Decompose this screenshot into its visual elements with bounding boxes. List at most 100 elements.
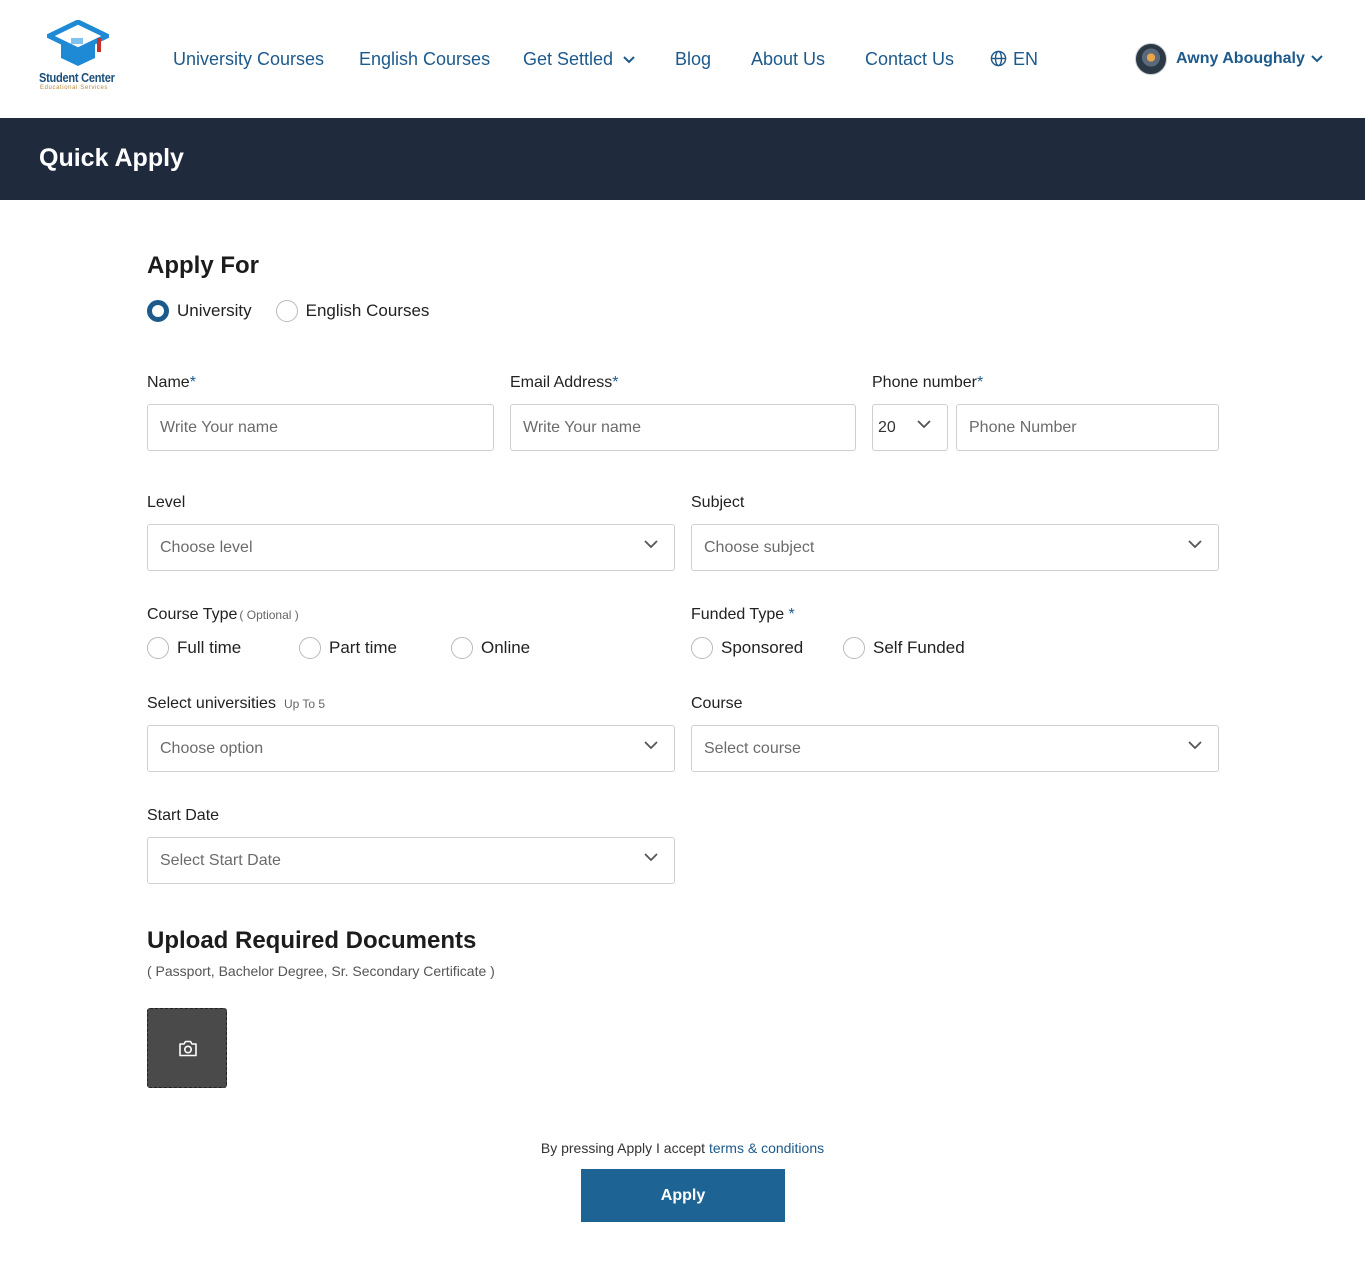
radio-full-time-label: Full time <box>177 638 242 657</box>
radio-self-funded[interactable]: Self Funded <box>843 637 965 659</box>
language-label: EN <box>1013 49 1039 69</box>
apply-for-heading: Apply For <box>147 252 259 279</box>
funded-type-group: Sponsored Self Funded <box>691 636 965 660</box>
name-field[interactable] <box>147 404 494 451</box>
name-input[interactable] <box>148 405 493 450</box>
chevron-down-icon <box>917 420 931 429</box>
radio-sponsored-label: Sponsored <box>721 638 804 657</box>
camera-icon <box>179 1040 197 1057</box>
chevron-down-icon <box>1188 540 1202 549</box>
radio-full-time[interactable]: Full time <box>147 637 299 659</box>
email-input[interactable] <box>511 405 855 450</box>
phone-label: Phone number* <box>872 374 983 392</box>
course-type-label-text: Course Type <box>147 606 238 623</box>
radio-university-label: University <box>177 301 252 320</box>
radio-self-funded-dot[interactable] <box>843 637 865 659</box>
chevron-down-icon <box>1311 55 1323 63</box>
user-name: Awny Aboughaly <box>1176 50 1305 67</box>
page-title-band: Quick Apply <box>0 118 1365 200</box>
nav-blog[interactable]: Blog <box>675 47 711 71</box>
radio-english-courses-dot[interactable] <box>275 300 298 322</box>
brand-tagline: Educational Services <box>40 85 109 91</box>
up-to-note: Up To 5 <box>283 697 326 711</box>
radio-part-time[interactable]: Part time <box>299 637 451 659</box>
chevron-down-icon <box>644 853 658 862</box>
chevron-down-icon <box>1188 741 1202 750</box>
logo-icon <box>47 20 109 66</box>
required-mark: * <box>189 374 196 391</box>
course-placeholder: Select course <box>704 740 801 757</box>
nav-get-settled-label: Get Settled <box>523 49 614 69</box>
start-date-placeholder: Select Start Date <box>160 852 281 869</box>
nav-get-settled[interactable]: Get Settled <box>523 47 635 71</box>
universities-select[interactable]: Choose option <box>147 725 675 772</box>
radio-part-time-label: Part time <box>329 638 398 657</box>
subject-placeholder: Choose subject <box>704 539 815 556</box>
upload-heading: Upload Required Documents <box>147 927 477 954</box>
chevron-down-icon <box>644 540 658 549</box>
chevron-down-icon <box>623 56 635 64</box>
radio-online-dot[interactable] <box>451 637 473 659</box>
page-title: Quick Apply <box>39 144 184 172</box>
level-placeholder: Choose level <box>160 539 253 556</box>
radio-university[interactable]: University <box>147 300 252 322</box>
subject-label: Subject <box>691 494 745 511</box>
nav-english-courses[interactable]: English Courses <box>359 47 490 71</box>
avatar <box>1135 43 1167 75</box>
phone-field[interactable] <box>956 404 1219 451</box>
radio-sponsored[interactable]: Sponsored <box>691 637 843 659</box>
start-date-label: Start Date <box>147 807 220 824</box>
email-label-text: Email Address <box>510 374 613 391</box>
radio-english-courses-label: English Courses <box>305 301 430 320</box>
universities-placeholder: Choose option <box>160 740 264 757</box>
optional-note: ( Optional ) <box>239 608 299 622</box>
language-switcher[interactable]: EN <box>990 47 1038 71</box>
chevron-down-icon <box>644 741 658 750</box>
country-code-select[interactable]: 20 <box>872 404 948 451</box>
country-code-value: 20 <box>878 419 896 436</box>
course-type-group: Full time Part time Online <box>147 636 530 660</box>
radio-university-dot[interactable] <box>147 300 169 322</box>
radio-part-time-dot[interactable] <box>299 637 321 659</box>
course-type-label: Course Type( Optional ) <box>147 606 299 624</box>
upload-button[interactable] <box>147 1008 227 1088</box>
course-label: Course <box>691 695 743 712</box>
level-label: Level <box>147 494 186 511</box>
radio-sponsored-dot[interactable] <box>691 637 713 659</box>
nav-contact-us[interactable]: Contact Us <box>865 47 954 71</box>
terms-link[interactable]: terms & conditions <box>709 1140 824 1156</box>
phone-label-text: Phone number <box>872 374 977 391</box>
start-date-select[interactable]: Select Start Date <box>147 837 675 884</box>
radio-self-funded-label: Self Funded <box>873 638 965 657</box>
globe-icon <box>990 50 1007 67</box>
terms-text: By pressing Apply I accept terms & condi… <box>0 1140 1365 1156</box>
required-mark: * <box>976 374 984 391</box>
nav-about-us[interactable]: About Us <box>751 47 825 71</box>
user-menu[interactable]: Awny Aboughaly <box>1135 42 1323 76</box>
required-mark: * <box>612 374 619 391</box>
logo[interactable]: Student Center Educational Services <box>37 20 119 92</box>
universities-label-text: Select universities <box>147 695 276 712</box>
nav-university-courses[interactable]: University Courses <box>173 47 324 71</box>
required-mark: * <box>784 606 795 623</box>
funded-type-label: Funded Type * <box>691 606 795 624</box>
funded-type-label-text: Funded Type <box>691 606 785 623</box>
name-label-text: Name <box>147 374 190 391</box>
subject-select[interactable]: Choose subject <box>691 524 1219 571</box>
apply-for-group: University English Courses <box>147 299 429 323</box>
name-label: Name* <box>147 374 196 392</box>
course-select[interactable]: Select course <box>691 725 1219 772</box>
level-select[interactable]: Choose level <box>147 524 675 571</box>
radio-english-courses[interactable]: English Courses <box>275 300 430 322</box>
terms-prefix: By pressing Apply I accept <box>540 1140 709 1156</box>
phone-input[interactable] <box>957 405 1218 450</box>
universities-label: Select universities Up To 5 <box>147 695 325 713</box>
apply-button[interactable]: Apply <box>581 1169 785 1222</box>
brand-name: Student Center <box>39 70 115 85</box>
site-header: Student Center Educational Services Univ… <box>0 0 1365 118</box>
radio-online-label: Online <box>481 638 531 657</box>
upload-note: ( Passport, Bachelor Degree, Sr. Seconda… <box>147 963 495 979</box>
email-field[interactable] <box>510 404 856 451</box>
radio-online[interactable]: Online <box>451 637 530 659</box>
radio-full-time-dot[interactable] <box>147 637 169 659</box>
